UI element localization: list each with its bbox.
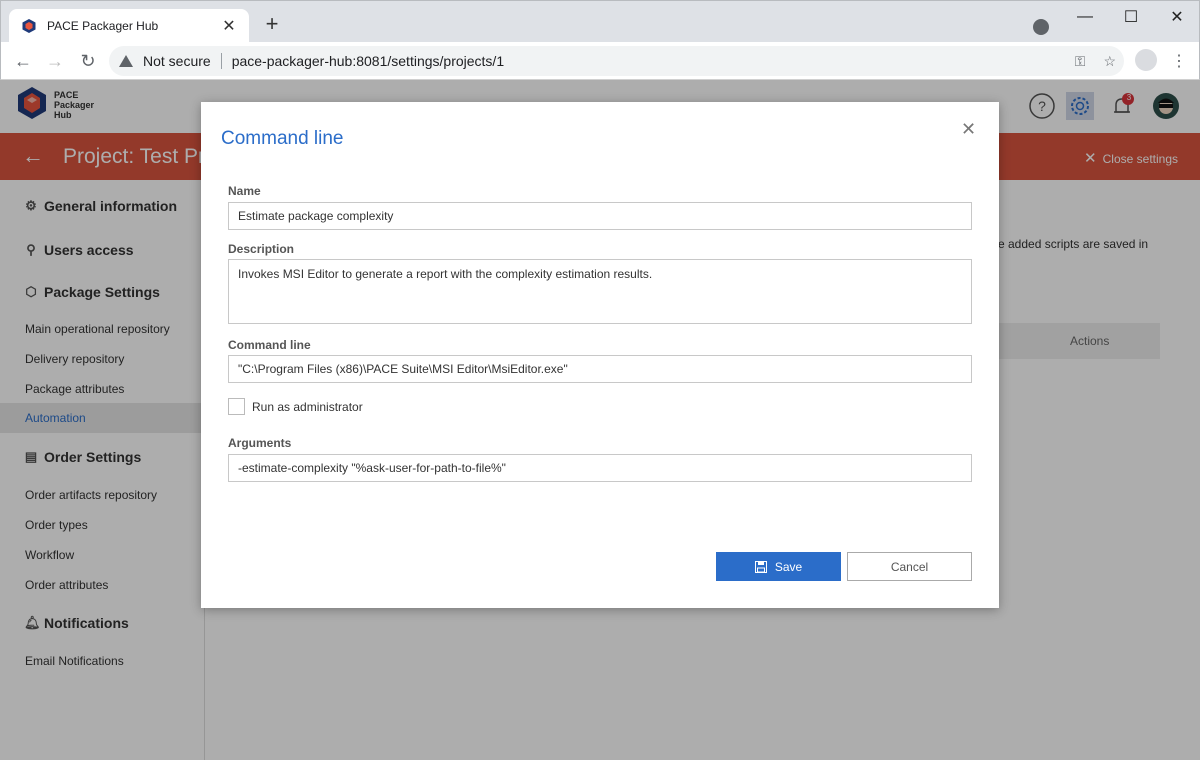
name-field[interactable]: Estimate package complexity: [228, 202, 972, 230]
profile-avatar-icon[interactable]: [1135, 49, 1157, 71]
browser-tab-strip: PACE Packager Hub ✕ + — ☐ ✕: [0, 0, 1200, 43]
new-tab-icon[interactable]: +: [261, 13, 283, 35]
maximize-icon[interactable]: ☐: [1109, 5, 1153, 29]
browser-menu-icon[interactable]: ⋮: [1171, 51, 1187, 71]
url-path: :8081/settings/projects/1: [352, 53, 505, 69]
close-tab-icon[interactable]: ✕: [221, 16, 237, 36]
close-dialog-icon[interactable]: ✕: [961, 119, 976, 140]
forward-icon[interactable]: →: [45, 52, 65, 70]
address-bar[interactable]: Not secure pace-packager-hub:8081/settin…: [109, 46, 1124, 76]
url-separator: [220, 53, 222, 69]
cancel-label: Cancel: [890, 559, 929, 574]
name-label: Name: [228, 184, 261, 198]
close-window-icon[interactable]: ✕: [1155, 5, 1199, 29]
warning-icon: [119, 55, 133, 67]
star-icon[interactable]: ☆: [1103, 53, 1116, 70]
description-label: Description: [228, 242, 295, 256]
reload-icon[interactable]: ↻: [78, 52, 98, 70]
command-line-dialog: Command line ✕ Name Estimate package com…: [201, 102, 999, 608]
dialog-title: Command line: [221, 128, 344, 149]
run-as-admin-checkbox[interactable]: [228, 398, 245, 415]
floppy-disk-icon: [754, 560, 767, 573]
tab-search-icon[interactable]: [1033, 19, 1049, 35]
save-button[interactable]: Save: [716, 552, 841, 581]
back-icon[interactable]: ←: [13, 52, 33, 70]
command-line-label: Command line: [228, 338, 311, 352]
arguments-field[interactable]: -estimate-complexity "%ask-user-for-path…: [228, 454, 972, 482]
command-line-field[interactable]: "C:\Program Files (x86)\PACE Suite\MSI E…: [228, 355, 972, 383]
url-host: pace-packager-hub: [231, 53, 353, 69]
cancel-button[interactable]: Cancel: [847, 552, 972, 581]
address-bar-icons: ⚿ ☆: [1075, 53, 1116, 70]
description-field[interactable]: Invokes MSI Editor to generate a report …: [228, 259, 972, 324]
browser-tab[interactable]: PACE Packager Hub ✕: [9, 9, 249, 43]
browser-tab-title: PACE Packager Hub: [47, 19, 159, 33]
save-label: Save: [774, 559, 803, 574]
key-icon[interactable]: ⚿: [1075, 53, 1086, 70]
arguments-label: Arguments: [228, 436, 292, 450]
browser-toolbar: ← → ↻ Not secure pace-packager-hub:8081/…: [0, 42, 1200, 80]
run-as-admin-label: Run as administrator: [252, 400, 363, 414]
security-label: Not secure: [143, 53, 211, 69]
minimize-icon[interactable]: —: [1063, 5, 1107, 29]
pace-favicon-icon: [22, 19, 36, 33]
